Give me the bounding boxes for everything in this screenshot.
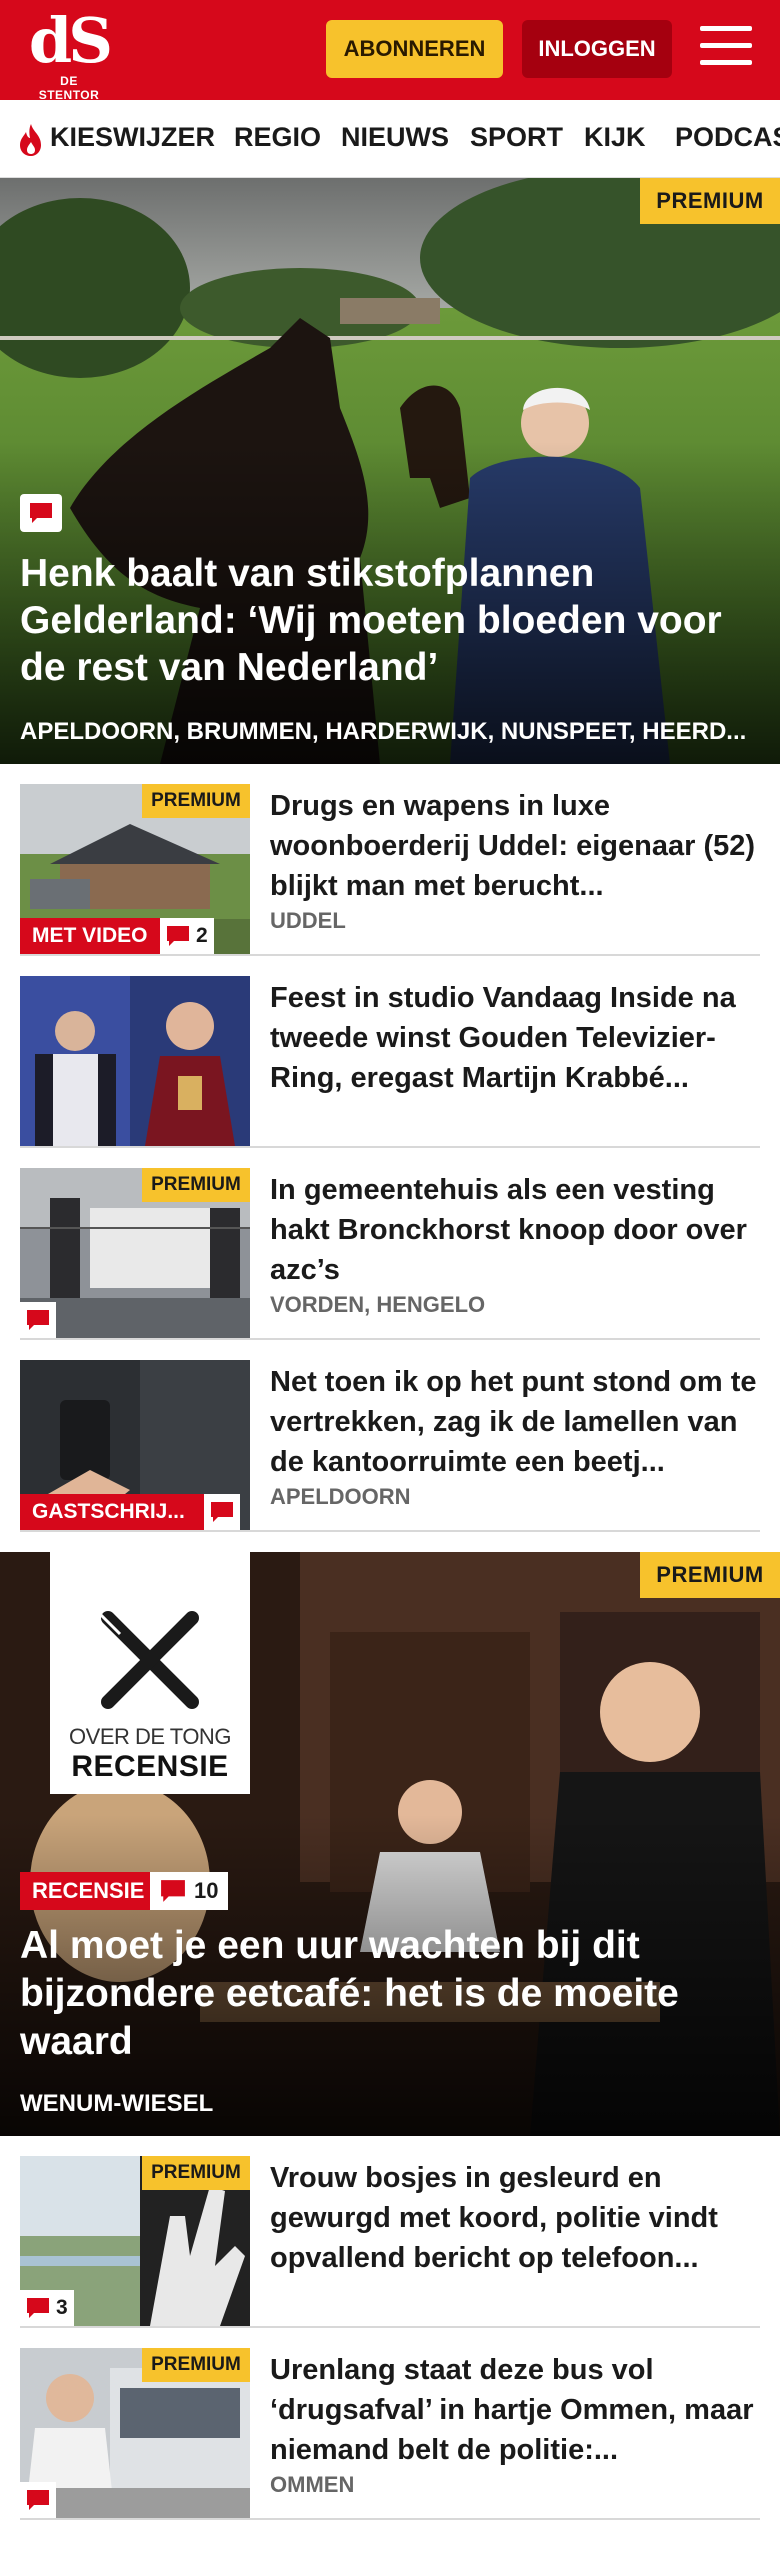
- article-image: [20, 976, 250, 1146]
- comment-icon: [27, 2490, 49, 2510]
- comment-icon: [211, 1502, 233, 1522]
- article-item[interactable]: GASTSCHRIJ... Net toen ik op het punt st…: [20, 1360, 760, 1532]
- premium-badge: PREMIUM: [640, 1552, 780, 1598]
- comment-count-badge[interactable]: [20, 1302, 56, 1338]
- article-title[interactable]: Urenlang staat deze bus vol ‘drugsafval’…: [270, 2350, 760, 2470]
- review-tag: RECENSIE: [20, 1872, 157, 1910]
- logo-mark: dS: [28, 4, 113, 77]
- comment-icon[interactable]: [20, 494, 62, 532]
- subscribe-button[interactable]: ABONNEREN: [326, 20, 503, 78]
- nav-item-podcast[interactable]: PODCAS: [675, 122, 780, 153]
- premium-badge: PREMIUM: [142, 784, 250, 818]
- nav-item-regio[interactable]: REGIO: [234, 122, 321, 153]
- article-location: UDDEL: [270, 908, 346, 933]
- article-title[interactable]: Net toen ik op het punt stond om te vert…: [270, 1362, 760, 1482]
- review-logo-line1: OVER DE TONG: [69, 1724, 231, 1749]
- comment-icon: [27, 2298, 49, 2318]
- guest-writer-tag: GASTSCHRIJ...: [20, 1494, 204, 1530]
- premium-badge: PREMIUM: [142, 2348, 250, 2382]
- article-title[interactable]: Feest in studio Vandaag Inside na tweede…: [270, 978, 760, 1098]
- nav-item-sport[interactable]: SPORT: [470, 122, 563, 153]
- article-item[interactable]: PREMIUM MET VIDEO 2 Drugs en wapens in l…: [20, 784, 760, 956]
- article-location: APELDOORN: [270, 1484, 411, 1509]
- premium-badge: PREMIUM: [142, 2156, 250, 2190]
- article-thumbnail[interactable]: [20, 976, 250, 1146]
- comment-count-badge[interactable]: 3: [20, 2290, 74, 2326]
- logo-subtitle: DE STENTOR: [38, 74, 100, 102]
- article-location: OMMEN: [270, 2472, 355, 2497]
- hero-location: APELDOORN, BRUMMEN, HARDERWIJK, NUNSPEET…: [20, 718, 747, 745]
- article-title[interactable]: Vrouw bosjes in gesleurd en gewurgd met …: [270, 2158, 760, 2278]
- review-logo-line2: RECENSIE: [71, 1750, 229, 1783]
- nav-item-nieuws[interactable]: NIEUWS: [341, 122, 449, 153]
- site-header: dS DE STENTOR ABONNEREN INLOGGEN: [0, 0, 780, 103]
- hero-article[interactable]: PREMIUM Henk baalt van stikstofplannen G…: [0, 178, 780, 764]
- login-button[interactable]: INLOGGEN: [522, 20, 672, 78]
- hamburger-menu-icon[interactable]: [700, 26, 752, 72]
- review-logo: OVER DE TONG RECENSIE: [50, 1552, 250, 1794]
- video-tag: MET VIDEO: [20, 918, 160, 954]
- comment-count-badge[interactable]: 10: [150, 1872, 229, 1910]
- premium-badge: PREMIUM: [640, 178, 780, 224]
- nav-item-kijk[interactable]: KIJK: [584, 122, 646, 153]
- article-item[interactable]: PREMIUM 3 Vrouw bosjes in gesleurd en ge…: [20, 2156, 760, 2328]
- article-thumbnail[interactable]: PREMIUM 3: [20, 2156, 250, 2326]
- article-thumbnail[interactable]: PREMIUM: [20, 2348, 250, 2518]
- fork-knife-icon: [96, 1610, 199, 1709]
- article-title[interactable]: Drugs en wapens in luxe woonboerderij Ud…: [270, 786, 760, 906]
- article-item[interactable]: Feest in studio Vandaag Inside na tweede…: [20, 976, 760, 1148]
- flame-icon: [20, 124, 41, 156]
- comment-count: 2: [196, 924, 208, 947]
- featured-article[interactable]: PREMIUM OVER DE TONG RECENSIE RECENSIE 1…: [0, 1552, 780, 2136]
- comment-count: 10: [194, 1878, 219, 1903]
- comment-icon: [167, 926, 189, 946]
- article-thumbnail[interactable]: PREMIUM MET VIDEO 2: [20, 784, 250, 954]
- article-thumbnail[interactable]: GASTSCHRIJ...: [20, 1360, 250, 1530]
- nav-item-kieswijzer[interactable]: KIESWIJZER: [50, 122, 215, 153]
- comment-count: 3: [56, 2296, 68, 2319]
- comment-icon: [161, 1880, 185, 1902]
- comment-count-badge[interactable]: [20, 2482, 56, 2518]
- premium-badge: PREMIUM: [142, 1168, 250, 1202]
- hero-title[interactable]: Henk baalt van stikstofplannen Gelderlan…: [20, 550, 760, 691]
- article-thumbnail[interactable]: PREMIUM: [20, 1168, 250, 1338]
- comment-icon: [27, 1310, 49, 1330]
- featured-title[interactable]: Al moet je een uur wachten bij dit bijzo…: [20, 1922, 760, 2066]
- featured-location: WENUM-WIESEL: [20, 2090, 214, 2117]
- article-item[interactable]: PREMIUM In gemeentehuis als een vesting …: [20, 1168, 760, 1340]
- article-location: VORDEN, HENGELO: [270, 1292, 486, 1317]
- main-nav: KIESWIJZER REGIO NIEUWS SPORT KIJK PODCA…: [0, 100, 780, 178]
- comment-count-badge[interactable]: 2: [160, 918, 214, 954]
- article-item[interactable]: PREMIUM Urenlang staat deze bus vol ‘dru…: [20, 2348, 760, 2520]
- article-title[interactable]: In gemeentehuis als een vesting hakt Bro…: [270, 1170, 760, 1290]
- site-logo[interactable]: dS DE STENTOR: [28, 4, 118, 103]
- comment-count-badge[interactable]: [204, 1494, 240, 1530]
